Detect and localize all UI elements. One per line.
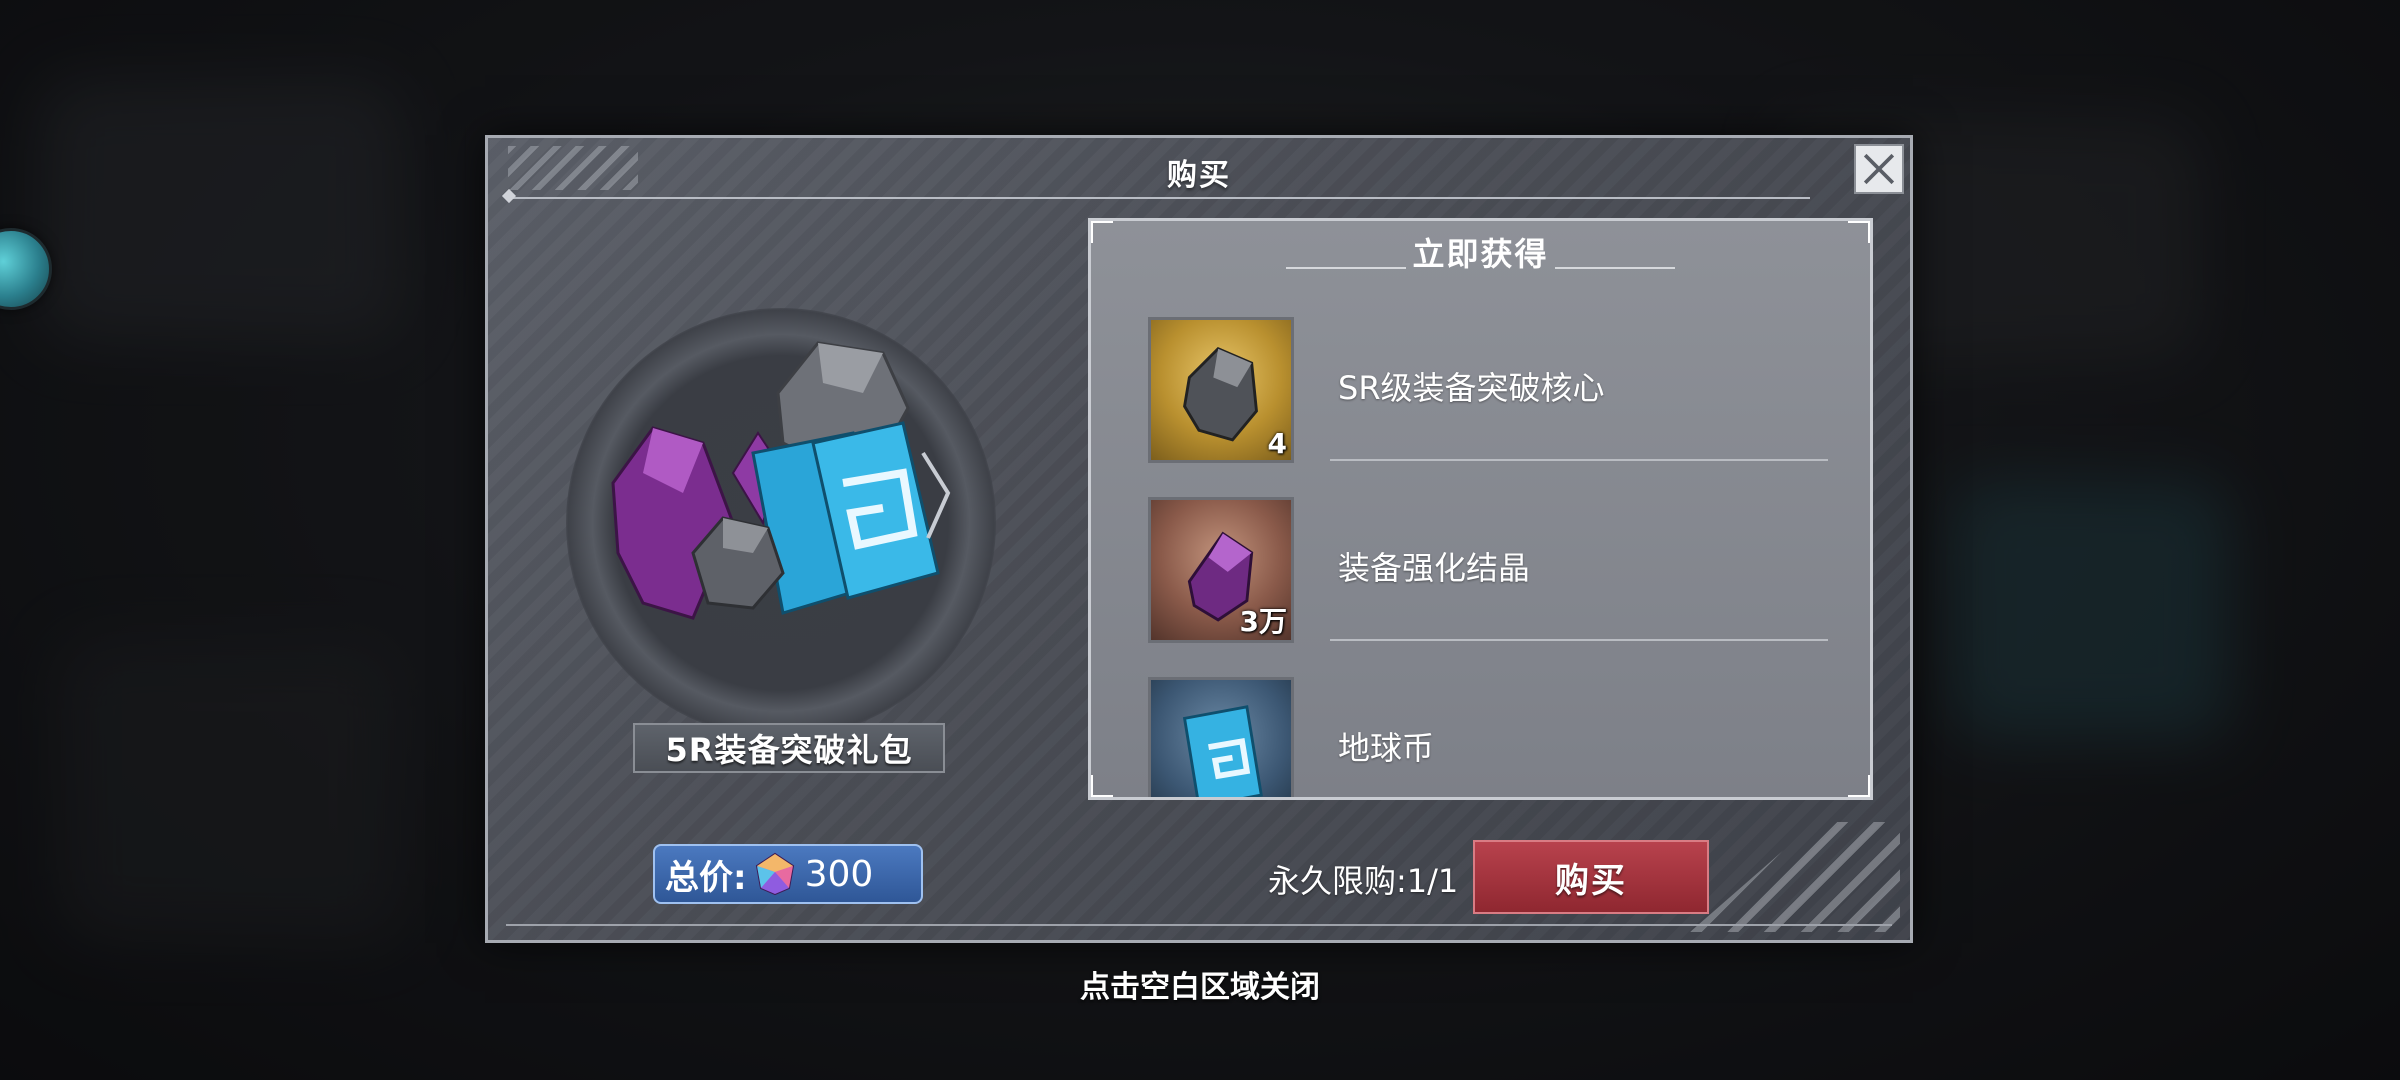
item-divider xyxy=(1330,459,1828,461)
close-button[interactable] xyxy=(1854,144,1904,194)
tap-outside-hint: 点击空白区域关闭 xyxy=(1080,970,1320,1005)
item-name: SR级装备突破核心 xyxy=(1338,369,1605,407)
item-icon-frame[interactable]: 4 xyxy=(1148,317,1294,463)
reward-header: 立即获得 xyxy=(1091,229,1870,275)
bottom-divider xyxy=(506,924,1892,926)
reward-item[interactable]: 地球币 xyxy=(1148,677,1828,797)
item-name: 装备强化结晶 xyxy=(1338,549,1531,587)
reward-item[interactable]: 3万 装备强化结晶 xyxy=(1148,497,1828,647)
item-icon-frame[interactable]: 3万 xyxy=(1148,497,1294,643)
dialog-title: 购买 xyxy=(1167,158,1231,193)
corner-decoration xyxy=(1690,822,1900,932)
purchase-limit: 永久限购:1/1 xyxy=(1268,862,1459,900)
price-value: 300 xyxy=(804,853,874,895)
reward-panel[interactable]: 立即获得 4 SR级装备突破核心 3万 装备强化结晶 地球币 xyxy=(1088,218,1873,800)
panel-corner xyxy=(1848,775,1870,797)
package-image xyxy=(611,341,951,620)
item-quantity: 4 xyxy=(1267,427,1287,460)
header-divider xyxy=(506,197,1810,199)
ticket-icon xyxy=(1182,705,1263,797)
buy-button[interactable]: 购买 xyxy=(1473,840,1709,914)
gem-icon xyxy=(755,852,794,896)
item-quantity: 3万 xyxy=(1239,605,1287,638)
purchase-dialog: 购买 5R装备突破礼包 总价: 300 立即获得 4 SR级装备突破核心 3万 … xyxy=(485,135,1913,943)
panel-corner xyxy=(1091,775,1113,797)
title-line xyxy=(1286,267,1406,269)
title-line xyxy=(1555,267,1675,269)
price-label: 总价: xyxy=(665,857,747,898)
reward-title: 立即获得 xyxy=(1412,235,1549,273)
close-icon xyxy=(1863,153,1895,185)
total-price: 总价: 300 xyxy=(653,844,923,904)
item-name: 地球币 xyxy=(1338,729,1435,767)
reward-item[interactable]: 4 SR级装备突破核心 xyxy=(1148,317,1828,467)
item-divider xyxy=(1330,639,1828,641)
item-icon-frame[interactable] xyxy=(1148,677,1294,797)
package-name: 5R装备突破礼包 xyxy=(665,731,913,769)
package-name-plate: 5R装备突破礼包 xyxy=(633,723,945,773)
